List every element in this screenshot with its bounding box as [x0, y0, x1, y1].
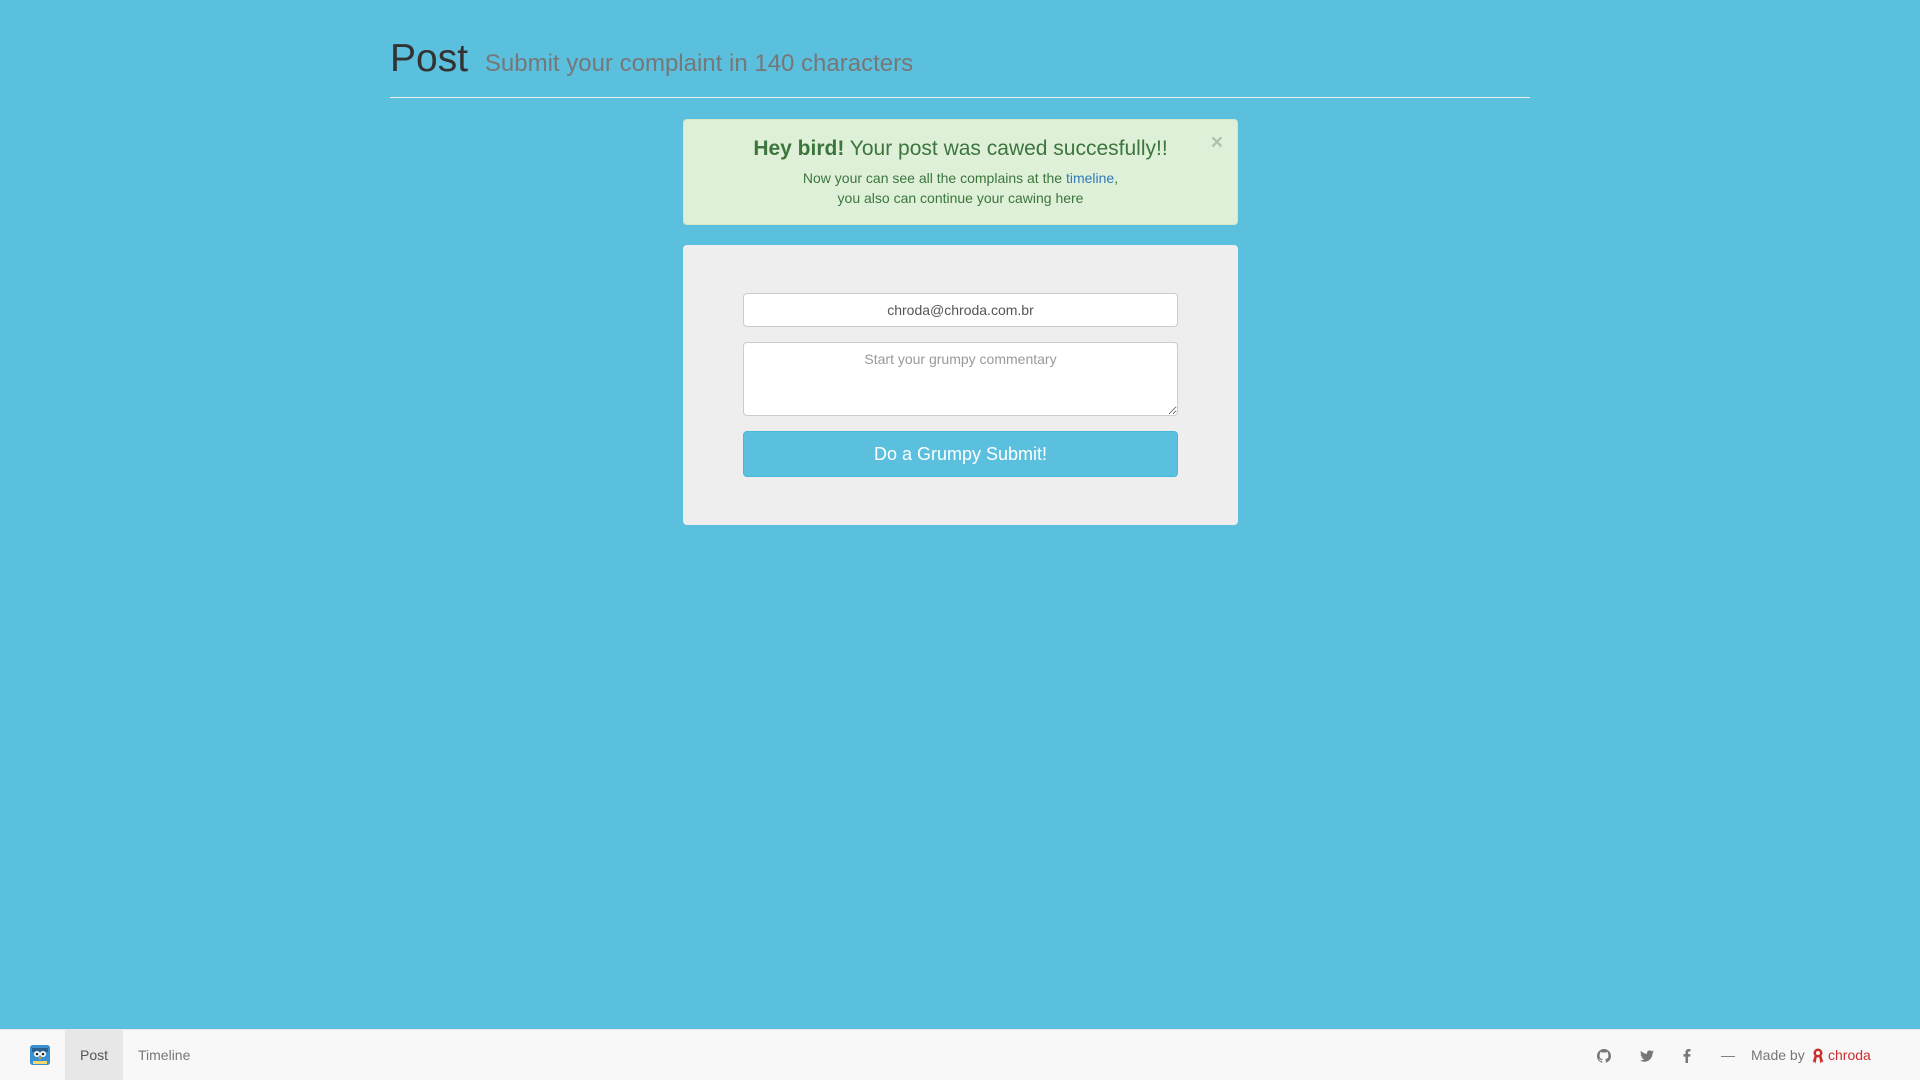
page-header: Post Submit your complaint in 140 charac… — [390, 36, 1530, 98]
page-subtitle: Submit your complaint in 140 characters — [484, 50, 914, 77]
separator: — — [1721, 1047, 1735, 1063]
alert-heading: Hey bird! Your post was cawed succesfull… — [684, 136, 1237, 162]
page: Post Submit your complaint in 140 charac… — [0, 0, 1920, 1080]
timeline-link[interactable]: timeline — [1066, 170, 1114, 186]
twitter-icon[interactable] — [1640, 1030, 1654, 1080]
facebook-icon[interactable] — [1683, 1030, 1691, 1080]
email-field[interactable] — [743, 293, 1178, 327]
alert-line1-prefix: Now your can see all the complains at th… — [802, 170, 1063, 186]
github-icon[interactable] — [1597, 1030, 1611, 1080]
author-name: chroda — [1828, 1047, 1871, 1063]
bottom-navbar: Post Timeline — Made by chroda — [0, 1029, 1920, 1080]
nav-item-post[interactable]: Post — [65, 1030, 124, 1080]
alert-heading-strong: Hey bird! — [753, 137, 845, 160]
comment-field[interactable] — [743, 342, 1178, 416]
brand-logo-icon[interactable] — [30, 1045, 50, 1065]
alert-line2: you also can continue your cawing here — [837, 190, 1084, 206]
page-title: Post Submit your complaint in 140 charac… — [390, 36, 1530, 87]
alert-message: Now your can see all the complains at th… — [684, 168, 1237, 208]
alert-heading-text: Your post was cawed succesfully!! — [849, 137, 1168, 160]
author-link[interactable]: chroda — [1812, 1030, 1871, 1080]
ribbon-icon — [1812, 1048, 1824, 1064]
nav-item-timeline[interactable]: Timeline — [123, 1030, 205, 1080]
alert-line1-suffix: , — [1114, 170, 1119, 186]
success-alert: × Hey bird! Your post was cawed succesfu… — [683, 119, 1238, 225]
close-icon[interactable]: × — [1211, 132, 1223, 153]
post-form: Do a Grumpy Submit! — [683, 245, 1238, 525]
submit-button[interactable]: Do a Grumpy Submit! — [743, 431, 1178, 477]
page-title-text: Post — [390, 37, 469, 80]
made-by-label: Made by — [1751, 1047, 1805, 1063]
